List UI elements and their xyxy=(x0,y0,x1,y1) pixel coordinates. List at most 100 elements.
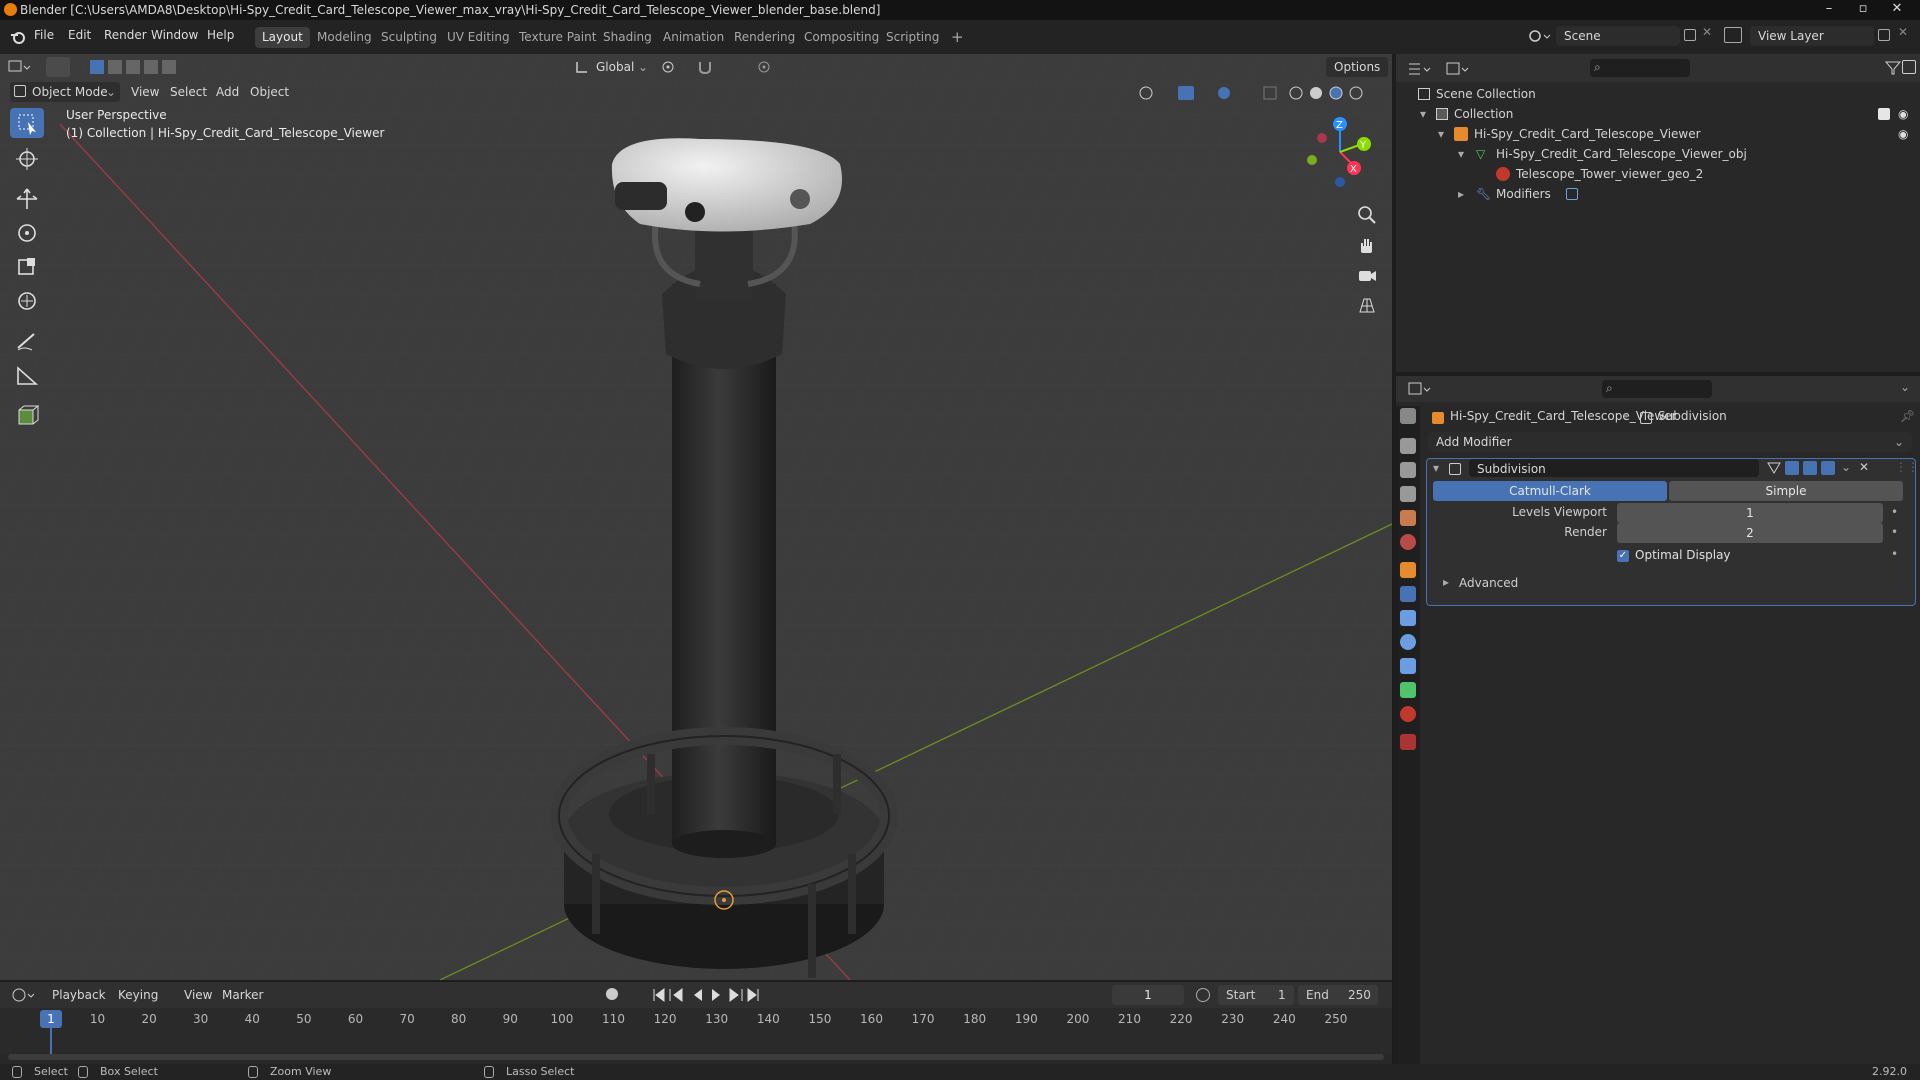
modifier-tab-icon[interactable] xyxy=(1400,586,1416,602)
menu-playback[interactable]: Playback xyxy=(52,985,106,1005)
filter-icon[interactable] xyxy=(1884,59,1902,77)
properties-editor-type-icon[interactable] xyxy=(1406,380,1432,398)
delete-scene-icon[interactable]: ✕ xyxy=(1702,25,1712,39)
tab-rendering[interactable]: Rendering xyxy=(727,27,802,48)
texture-tab-icon[interactable] xyxy=(1400,734,1416,750)
annotate-tool[interactable] xyxy=(10,326,44,356)
new-collection-icon[interactable] xyxy=(1902,60,1916,74)
render-tab-icon[interactable] xyxy=(1400,438,1416,454)
scene-selector-icon[interactable] xyxy=(1526,26,1552,46)
menu-help[interactable]: Help xyxy=(207,28,234,42)
world-tab-icon[interactable] xyxy=(1400,534,1416,550)
camera-view-icon[interactable] xyxy=(1356,264,1378,286)
orientation-dropdown[interactable]: Global xyxy=(596,57,634,77)
chevron-down-icon[interactable]: ⌄ xyxy=(1841,460,1851,474)
selection-mode-icons[interactable] xyxy=(88,59,184,75)
expand-arrow-icon[interactable]: ▾ xyxy=(1458,144,1464,164)
expand-arrow-icon[interactable]: ▾ xyxy=(1420,104,1426,124)
viewport-display-icon[interactable] xyxy=(1803,461,1817,475)
output-tab-icon[interactable] xyxy=(1400,462,1416,478)
menu-edit[interactable]: Edit xyxy=(68,28,91,42)
current-frame-field[interactable]: 1 xyxy=(1112,985,1184,1005)
material-tab-icon[interactable] xyxy=(1400,706,1416,722)
outliner-row-scene-collection[interactable]: Scene Collection xyxy=(1396,84,1920,104)
render-camera-icon[interactable] xyxy=(1821,461,1835,475)
menu-marker[interactable]: Marker xyxy=(222,985,263,1005)
timeline-editor-type-icon[interactable] xyxy=(10,986,36,1004)
constraints-tab-icon[interactable] xyxy=(1400,658,1416,674)
scale-tool[interactable] xyxy=(10,252,44,282)
animate-dot-icon[interactable]: • xyxy=(1891,505,1898,519)
rotate-tool[interactable] xyxy=(10,218,44,248)
advanced-subpanel[interactable]: Advanced xyxy=(1459,576,1518,590)
tab-sculpting[interactable]: Sculpting xyxy=(374,27,444,48)
modifier-name-input[interactable]: Subdivision xyxy=(1469,459,1759,477)
tab-compositing[interactable]: Compositing xyxy=(797,27,886,48)
move-tool[interactable] xyxy=(10,184,44,214)
remove-modifier-icon[interactable]: ✕ xyxy=(1859,460,1869,474)
object-mode-dropdown[interactable]: Object Mode ⌄ xyxy=(10,82,120,102)
tab-layout[interactable]: Layout xyxy=(255,27,310,48)
display-mode-icon[interactable] xyxy=(1444,60,1470,78)
add-workspace-button[interactable]: + xyxy=(944,27,971,48)
tab-shading[interactable]: Shading xyxy=(596,27,659,48)
zoom-icon[interactable] xyxy=(1356,204,1378,226)
tab-scripting[interactable]: Scripting xyxy=(879,27,946,48)
add-modifier-dropdown[interactable]: Add Modifier ⌄ xyxy=(1428,432,1912,452)
outliner-editor-type-icon[interactable] xyxy=(1406,60,1432,78)
select-box-tool[interactable] xyxy=(10,108,44,138)
perspective-toggle-icon[interactable] xyxy=(1356,294,1378,316)
eye-icon[interactable]: ◉ xyxy=(1898,124,1908,144)
snap-icon[interactable] xyxy=(696,59,716,75)
new-view-layer-icon[interactable] xyxy=(1878,29,1890,41)
transform-tool[interactable] xyxy=(10,286,44,316)
simple-button[interactable]: Simple xyxy=(1669,481,1903,501)
navigation-gizmo[interactable]: Z X Y xyxy=(1296,112,1376,192)
tab-uv-editing[interactable]: UV Editing xyxy=(440,27,517,48)
pivot-icon[interactable] xyxy=(660,59,680,75)
tool-tab-icon[interactable] xyxy=(1400,408,1416,424)
scene-tab-icon[interactable] xyxy=(1400,510,1416,526)
options-dropdown[interactable]: Options xyxy=(1326,57,1389,77)
expand-arrow-icon[interactable]: ▸ xyxy=(1443,575,1449,589)
playback-controls[interactable] xyxy=(650,986,762,1004)
menu-render[interactable]: Render xyxy=(104,28,147,42)
catmull-clark-button[interactable]: Catmull-Clark xyxy=(1433,481,1667,501)
physics-tab-icon[interactable] xyxy=(1400,634,1416,650)
hand-pan-icon[interactable] xyxy=(1356,234,1378,256)
tab-texture-paint[interactable]: Texture Paint xyxy=(512,27,603,48)
scene-name-field[interactable]: Scene xyxy=(1556,26,1680,46)
cursor-tool[interactable] xyxy=(10,144,44,174)
tab-modeling[interactable]: Modeling xyxy=(310,27,379,48)
edit-mode-icon[interactable] xyxy=(1785,461,1799,475)
menu-view[interactable]: View xyxy=(131,82,159,102)
outliner-row-material[interactable]: Telescope_Tower_viewer_geo_2 xyxy=(1396,164,1920,184)
delete-view-layer-icon[interactable]: ✕ xyxy=(1898,25,1908,39)
render-levels-field[interactable]: 2 xyxy=(1617,523,1883,543)
data-tab-icon[interactable] xyxy=(1400,682,1416,698)
properties-search-input[interactable] xyxy=(1602,380,1712,398)
timeline-scrollbar[interactable] xyxy=(8,1054,1384,1060)
collapse-arrow-icon[interactable]: ▾ xyxy=(1433,461,1439,475)
menu-select[interactable]: Select xyxy=(170,82,207,102)
outliner-row-object[interactable]: ▾ Hi-Spy_Credit_Card_Telescope_Viewer ◉ xyxy=(1396,124,1920,144)
expand-arrow-icon[interactable]: ▸ xyxy=(1458,184,1464,204)
record-icon[interactable] xyxy=(606,988,618,1000)
editor-type-icon[interactable] xyxy=(6,57,32,77)
eye-icon[interactable]: ◉ xyxy=(1898,104,1908,124)
animate-dot-icon[interactable]: • xyxy=(1891,525,1898,539)
levels-viewport-field[interactable]: 1 xyxy=(1617,503,1883,523)
outliner-row-collection[interactable]: ▾ Collection ◉ xyxy=(1396,104,1920,124)
view-layer-icon[interactable] xyxy=(1724,27,1742,43)
view-layer-field[interactable]: View Layer xyxy=(1750,26,1874,46)
menu-keying[interactable]: Keying xyxy=(118,985,158,1005)
optimal-display-checkbox[interactable]: ✓ xyxy=(1617,550,1629,562)
checkbox-icon[interactable] xyxy=(1878,108,1890,120)
timeline-ruler[interactable]: 1 10 20 30 40 50 60 70 80 90 100 110 120 130 140 150 160… xyxy=(0,1008,1392,1054)
particles-tab-icon[interactable] xyxy=(1400,610,1416,626)
measure-tool[interactable] xyxy=(10,360,44,390)
proportional-edit-icon[interactable] xyxy=(756,59,772,75)
menu-view-timeline[interactable]: View xyxy=(184,985,212,1005)
start-frame-field[interactable]: Start 1 xyxy=(1218,985,1294,1005)
new-scene-icon[interactable] xyxy=(1684,29,1696,41)
